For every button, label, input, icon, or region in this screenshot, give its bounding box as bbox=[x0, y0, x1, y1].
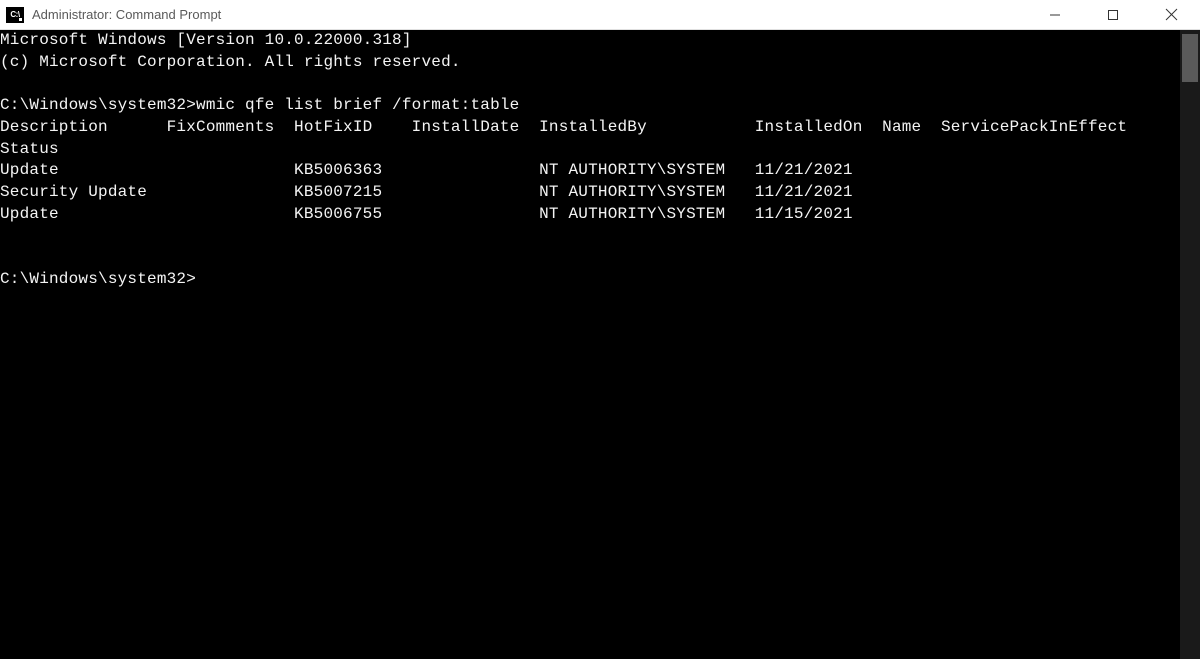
window-controls bbox=[1026, 0, 1200, 29]
banner-line: (c) Microsoft Corporation. All rights re… bbox=[0, 53, 461, 71]
table-row: Update KB5006755 NT AUTHORITY\SYSTEM 11/… bbox=[0, 205, 853, 223]
prompt-line: C:\Windows\system32> bbox=[0, 270, 196, 288]
window-title: Administrator: Command Prompt bbox=[32, 7, 1026, 22]
table-row: Update KB5006363 NT AUTHORITY\SYSTEM 11/… bbox=[0, 161, 853, 179]
table-row: Security Update KB5007215 NT AUTHORITY\S… bbox=[0, 183, 853, 201]
terminal-output[interactable]: Microsoft Windows [Version 10.0.22000.31… bbox=[0, 30, 1180, 659]
close-button[interactable] bbox=[1142, 0, 1200, 29]
banner-line: Microsoft Windows [Version 10.0.22000.31… bbox=[0, 31, 412, 49]
close-icon bbox=[1165, 8, 1178, 21]
minimize-button[interactable] bbox=[1026, 0, 1084, 29]
window-titlebar: C:\ Administrator: Command Prompt bbox=[0, 0, 1200, 30]
scrollbar-thumb[interactable] bbox=[1182, 34, 1198, 82]
scrollbar-track[interactable] bbox=[1180, 30, 1200, 659]
maximize-icon bbox=[1107, 9, 1119, 21]
maximize-button[interactable] bbox=[1084, 0, 1142, 29]
cmd-icon: C:\ bbox=[6, 7, 24, 23]
prompt-line: C:\Windows\system32>wmic qfe list brief … bbox=[0, 96, 519, 114]
minimize-icon bbox=[1049, 9, 1061, 21]
table-header-row: Description FixComments HotFixID Install… bbox=[0, 118, 1147, 158]
